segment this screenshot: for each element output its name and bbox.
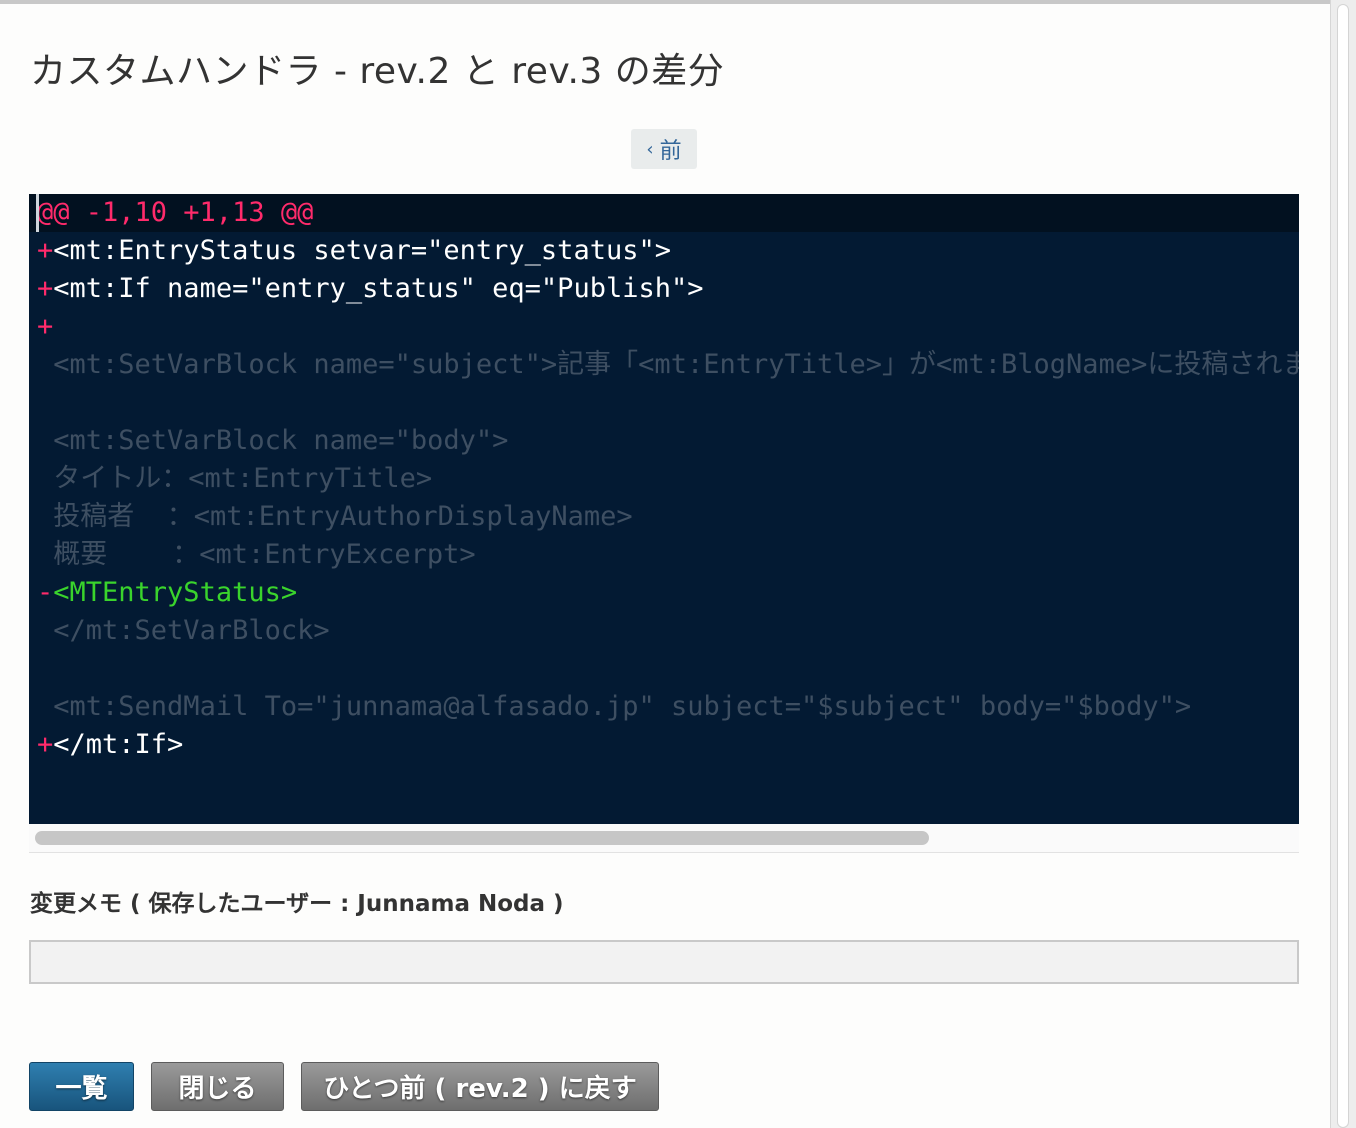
- diff-line-marker: +: [37, 311, 54, 342]
- diff-line-marker: +: [37, 273, 54, 304]
- list-button[interactable]: 一覧: [29, 1062, 134, 1111]
- page-vertical-scrollbar[interactable]: [1330, 0, 1356, 1128]
- diff-line-ctx: <mt:SetVarBlock name="subject">記事「<mt:En…: [29, 346, 1299, 384]
- diff-line-ctx: 概要 ：<mt:EntryExcerpt>: [29, 536, 1299, 574]
- change-memo-label: 変更メモ ( 保存したユーザー : Junnama Noda ): [30, 891, 564, 917]
- diff-line-marker: [37, 539, 53, 570]
- close-button[interactable]: 閉じる: [151, 1062, 284, 1111]
- diff-line-marker: [37, 425, 53, 456]
- previous-revision-button[interactable]: ‹ 前: [631, 129, 697, 169]
- diff-line-text: <mt:SendMail To="junnama@alfasado.jp" su…: [53, 691, 1192, 722]
- diff-line-ctx: 投稿者 ：<mt:EntryAuthorDisplayName>: [29, 498, 1299, 536]
- revert-to-previous-button[interactable]: ひとつ前 ( rev.2 ) に戻す: [301, 1062, 659, 1111]
- diff-line-ctx: <mt:SendMail To="junnama@alfasado.jp" su…: [29, 688, 1299, 726]
- diff-line-marker: +: [37, 235, 54, 266]
- diff-line-marker: [37, 501, 53, 532]
- diff-line-add: +<mt:If name="entry_status" eq="Publish"…: [29, 270, 1299, 308]
- diff-dialog: カスタムハンドラ - rev.2 と rev.3 の差分 ‹ 前 @@ -1,1…: [0, 0, 1330, 1128]
- diff-line-ctx: <mt:SetVarBlock name="body">: [29, 422, 1299, 460]
- previous-revision-label: 前: [659, 139, 682, 164]
- diff-line-text: 概要 ：<mt:EntryExcerpt>: [53, 539, 476, 570]
- diff-line-del: -<MTEntryStatus>: [29, 574, 1299, 612]
- diff-line-add: +: [29, 308, 1299, 346]
- diff-line-add: +<mt:EntryStatus setvar="entry_status">: [29, 232, 1299, 270]
- text-cursor: [36, 194, 39, 232]
- diff-line-text: 投稿者 ：<mt:EntryAuthorDisplayName>: [53, 501, 633, 532]
- diff-line-marker: [37, 349, 53, 380]
- diff-line-marker: -: [37, 577, 54, 608]
- diff-line-text: <MTEntryStatus>: [53, 577, 298, 608]
- diff-view[interactable]: @@ -1,10 +1,13 @@ +<mt:EntryStatus setvar…: [29, 194, 1299, 824]
- diff-scrollbar-thumb[interactable]: [35, 831, 929, 845]
- diff-line-text: <mt:SetVarBlock name="subject">記事「<mt:En…: [53, 349, 1299, 380]
- diff-line-text: </mt:SetVarBlock>: [53, 615, 330, 646]
- change-memo-field[interactable]: [29, 940, 1299, 984]
- diff-line-text: <mt:EntryStatus setvar="entry_status">: [53, 235, 671, 266]
- diff-line-ctx: [29, 650, 1299, 688]
- diff-line-text: @@ -1,10 +1,13 @@: [37, 197, 314, 228]
- diff-line-marker: [37, 691, 53, 722]
- diff-line-marker: [37, 615, 53, 646]
- diff-line-add: +</mt:If>: [29, 726, 1299, 764]
- diff-line-ctx: [29, 384, 1299, 422]
- chevron-left-icon: ‹: [646, 138, 654, 160]
- diff-line-text: タイトル：<mt:EntryTitle>: [53, 463, 433, 494]
- diff-line-marker: [37, 387, 53, 418]
- diff-line-marker: [37, 653, 53, 684]
- page-title: カスタムハンドラ - rev.2 と rev.3 の差分: [30, 51, 725, 92]
- diff-line-marker: +: [37, 729, 54, 760]
- diff-line-marker: [37, 463, 53, 494]
- diff-horizontal-scrollbar[interactable]: [29, 824, 1299, 853]
- diff-line-ctx: </mt:SetVarBlock>: [29, 612, 1299, 650]
- page-scrollbar-thumb[interactable]: [1337, 4, 1349, 1128]
- diff-line-text: </mt:If>: [53, 729, 184, 760]
- diff-line-text: <mt:SetVarBlock name="body">: [53, 425, 509, 456]
- diff-line-text: <mt:If name="entry_status" eq="Publish">: [53, 273, 704, 304]
- diff-line-ctx: タイトル：<mt:EntryTitle>: [29, 460, 1299, 498]
- diff-hunk-header: @@ -1,10 +1,13 @@: [29, 194, 1299, 232]
